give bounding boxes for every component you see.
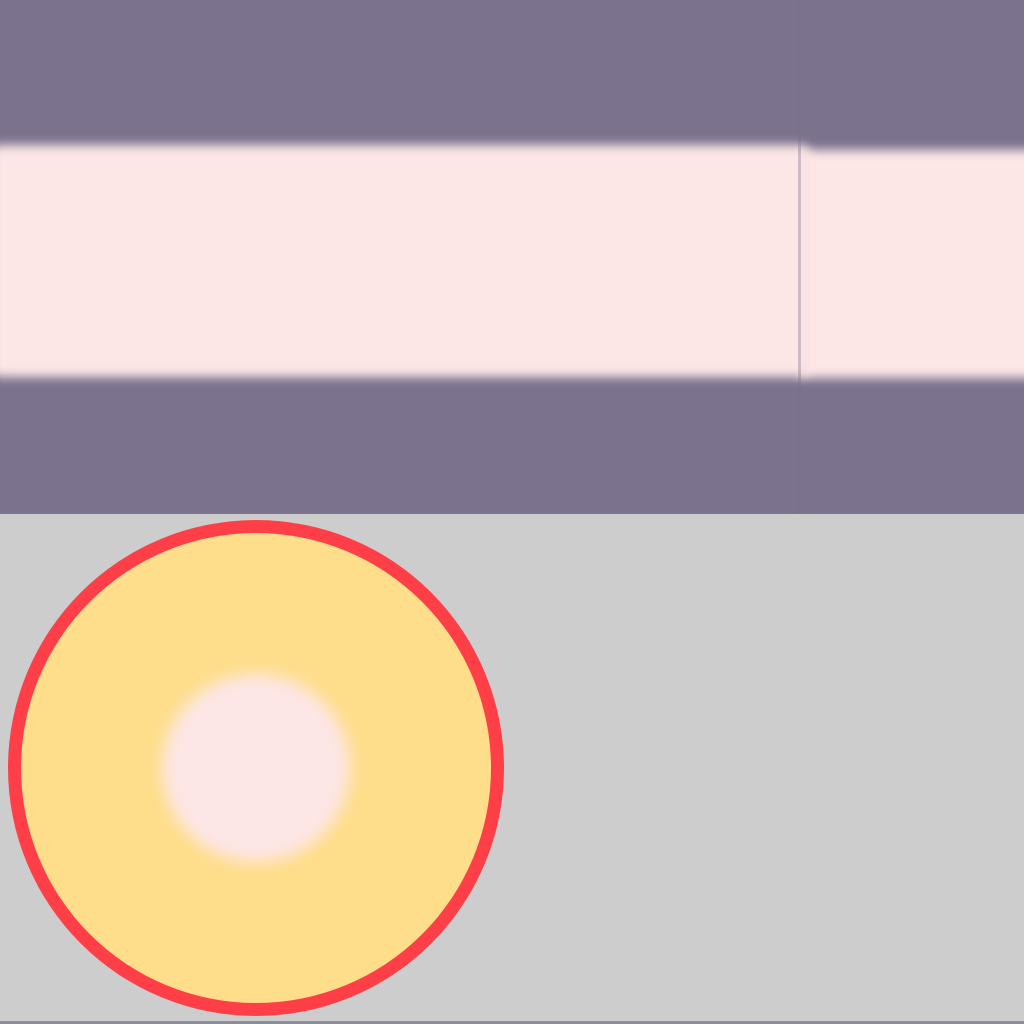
light-band-left — [0, 145, 810, 377]
light-band-right — [800, 150, 1024, 378]
circle-disc — [8, 520, 504, 1016]
top-stripe-panel — [0, 0, 1024, 514]
circle-disc-fill — [21, 533, 491, 1003]
texture-canvas — [0, 0, 1024, 1024]
circle-disc-core — [162, 674, 350, 862]
panel-seam — [798, 0, 801, 514]
